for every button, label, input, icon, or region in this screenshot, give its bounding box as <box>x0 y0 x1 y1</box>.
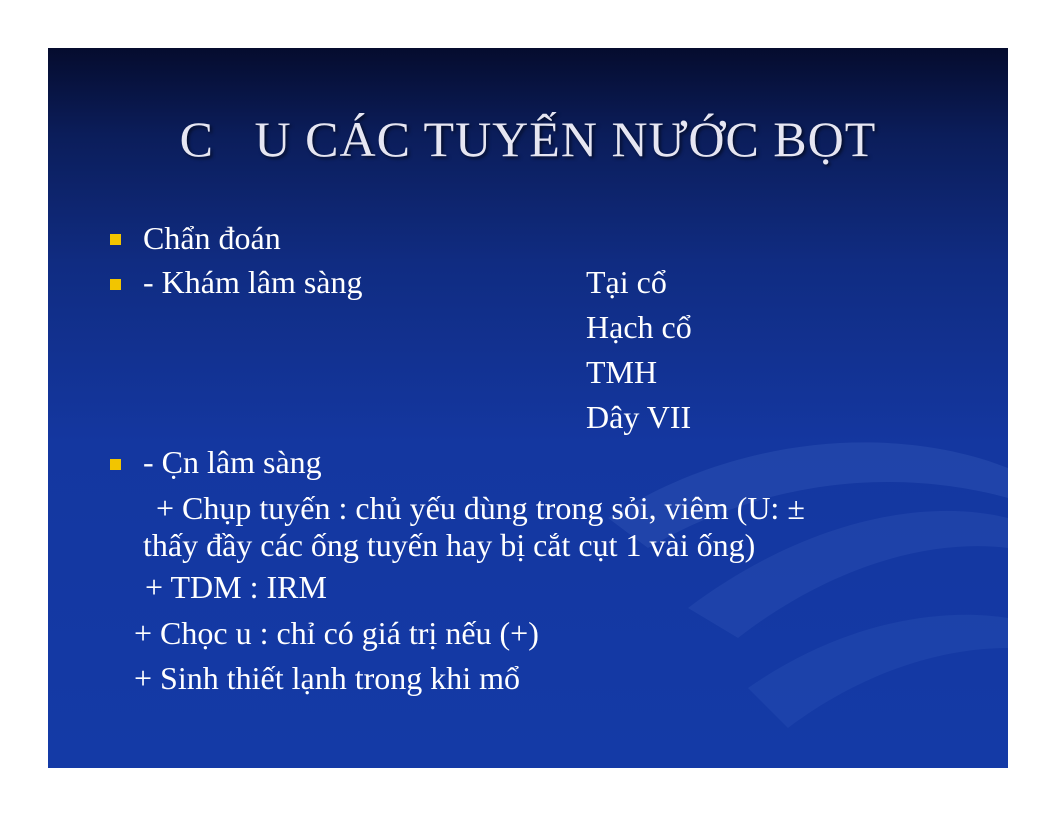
clinical-item: Hạch cổ <box>586 309 692 345</box>
bullet-kham-lam-sang: - Khám lâm sàng <box>143 264 363 300</box>
bullet-marker <box>110 279 121 290</box>
bullet-can-lam-sang: - C̣n lâm sàng <box>143 444 322 480</box>
slide-title: C U CÁC TUYẾN NƯỚC BỌT <box>179 111 877 167</box>
paraclinical-line: thấy đầy các ống tuyến hay bị cắt cụt 1 … <box>143 527 756 563</box>
slide: C U CÁC TUYẾN NƯỚC BỌT Chẩn đoán - Khám … <box>48 48 1008 768</box>
bullet-marker <box>110 459 121 470</box>
paraclinical-line: + Chọc u : chỉ có giá trị nếu (+) <box>134 615 539 651</box>
paraclinical-line: + Sinh thiết lạnh trong khi mổ <box>134 660 521 696</box>
clinical-item: TMH <box>586 354 658 390</box>
clinical-item: Tại cổ <box>586 264 667 300</box>
paraclinical-line: + TDM : IRM <box>145 569 327 605</box>
clinical-item: Dây VII <box>586 399 692 435</box>
paraclinical-line: + Chụp tuyến : chủ yếu dùng trong sỏi, v… <box>148 490 805 526</box>
bullet-marker <box>110 234 121 245</box>
bullet-chan-doan: Chẩn đoán <box>143 220 281 256</box>
